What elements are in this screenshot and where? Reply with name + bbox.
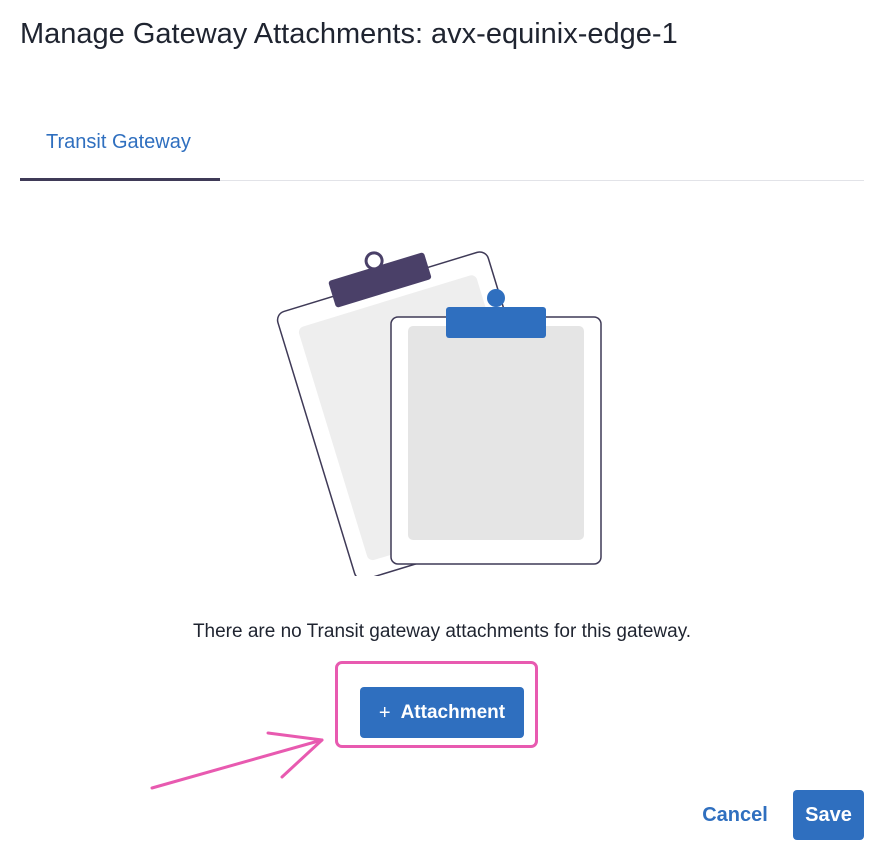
tabs-bar: Transit Gateway	[20, 104, 864, 181]
add-attachment-button[interactable]: + Attachment	[360, 687, 524, 738]
add-attachment-label: Attachment	[400, 701, 506, 723]
dialog-title: Manage Gateway Attachments: avx-equinix-…	[20, 18, 678, 50]
save-button[interactable]: Save	[793, 790, 864, 840]
tab-transit-gateway[interactable]: Transit Gateway	[20, 104, 220, 181]
clipboards-illustration	[270, 236, 620, 581]
empty-state-message: There are no Transit gateway attachments…	[192, 621, 692, 642]
plus-icon: +	[378, 701, 391, 724]
cancel-button[interactable]: Cancel	[690, 791, 780, 839]
annotation-arrow-icon	[150, 731, 324, 790]
front-clipboard	[390, 289, 602, 565]
tab-label: Transit Gateway	[46, 131, 191, 153]
